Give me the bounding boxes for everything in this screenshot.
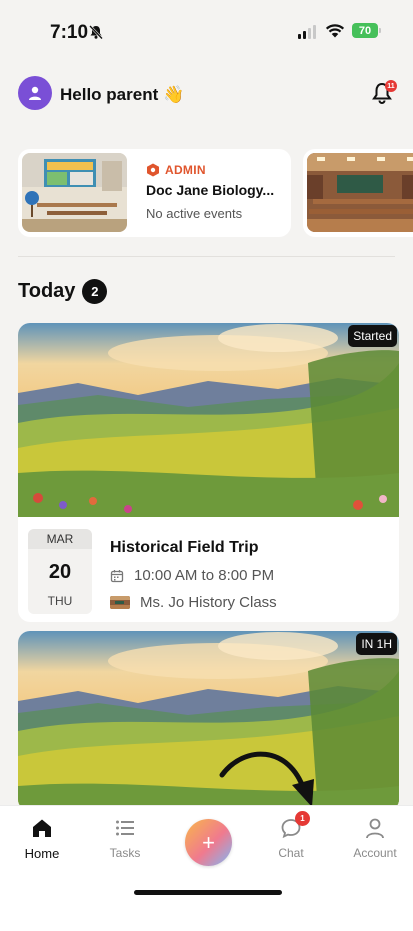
header: Hello parent 👋 11 [18, 76, 397, 112]
class-thumbnail [22, 153, 127, 232]
chat-badge: 1 [295, 811, 310, 826]
class-events-status: No active events [146, 206, 243, 221]
class-thumbnail [307, 153, 413, 232]
today-count-badge: 2 [82, 279, 108, 304]
tab-home-label: Home [24, 846, 60, 861]
bell-slash-icon [89, 25, 103, 40]
battery-charging-icon: 70 [352, 23, 381, 38]
wifi-icon [325, 24, 345, 38]
class-card[interactable] [303, 149, 413, 237]
wave-emoji: 👋 [162, 85, 185, 104]
event-time: 10:00 AM to 8:00 PM [134, 567, 275, 584]
list-icon [116, 820, 134, 836]
event-image [18, 631, 399, 811]
divider [18, 256, 395, 257]
event-time-row: 10:00 AM to 8:00 PM [110, 567, 274, 584]
cellular-signal-icon [298, 25, 316, 39]
event-title: Historical Field Trip [110, 539, 259, 556]
role-label: ADMIN [165, 163, 206, 177]
tab-home[interactable]: Home [7, 816, 77, 861]
notifications-button[interactable]: 11 [369, 80, 397, 106]
battery-level: 70 [358, 24, 372, 37]
avatar[interactable] [18, 76, 52, 110]
class-carousel[interactable]: ADMIN Doc Jane Biology... No active even… [18, 149, 413, 237]
event-date: MAR 20 THU [28, 529, 92, 614]
bottom-tab-bar: Home Tasks + 1 Chat Account [0, 805, 413, 931]
calendar-icon [110, 569, 124, 582]
event-class-row: Ms. Jo History Class [110, 594, 277, 611]
event-weekday: THU [47, 594, 73, 608]
tab-account[interactable]: Account [340, 816, 410, 860]
person-icon [366, 818, 384, 839]
greeting-text: Hello parent [60, 85, 159, 104]
home-icon [33, 819, 51, 837]
person-icon [29, 86, 41, 100]
event-month: MAR [28, 529, 92, 549]
tab-chat-label: Chat [278, 846, 304, 860]
tab-chat[interactable]: 1 Chat [256, 811, 326, 860]
tab-account-label: Account [353, 846, 397, 860]
event-day: 20 [48, 561, 72, 583]
status-time: 7:10 [50, 22, 89, 43]
home-indicator[interactable] [134, 890, 282, 895]
today-heading: Today 2 [18, 279, 108, 304]
tab-tasks-label: Tasks [109, 846, 141, 860]
today-title: Today [18, 280, 76, 302]
class-card[interactable]: ADMIN Doc Jane Biology... No active even… [18, 149, 291, 237]
class-name: Doc Jane Biology... [146, 182, 275, 198]
greeting: Hello parent 👋 [60, 85, 184, 105]
role-badge: ADMIN [146, 163, 206, 177]
event-image [18, 323, 399, 517]
event-card[interactable]: Started MAR 20 THU Historical Field Trip… [18, 323, 399, 622]
event-class-name: Ms. Jo History Class [140, 594, 277, 611]
event-status-tag: IN 1H [356, 633, 397, 655]
event-status-tag: Started [348, 325, 397, 347]
add-button[interactable]: + [185, 819, 232, 866]
notification-badge: 11 [385, 80, 397, 92]
status-bar: 7:10 70 [0, 0, 413, 60]
shield-icon [147, 163, 159, 177]
tab-tasks[interactable]: Tasks [90, 816, 160, 860]
class-mini-thumbnail [110, 596, 130, 609]
event-card[interactable]: IN 1H [18, 631, 399, 811]
